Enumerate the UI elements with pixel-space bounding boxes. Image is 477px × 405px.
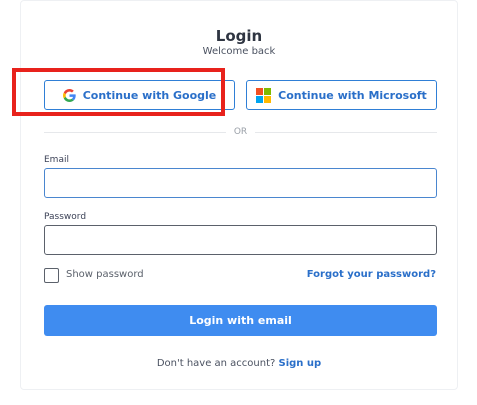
show-password-label: Show password <box>66 269 144 280</box>
continue-with-microsoft-button[interactable]: Continue with Microsoft <box>246 80 437 110</box>
forgot-password-link[interactable]: Forgot your password? <box>307 269 436 280</box>
divider-line <box>44 131 226 133</box>
password-label: Password <box>44 212 87 222</box>
microsoft-button-label: Continue with Microsoft <box>278 88 427 102</box>
or-divider: OR <box>44 125 437 139</box>
login-with-email-button[interactable]: Login with email <box>44 305 437 336</box>
signup-prompt: Don't have an account? <box>156 358 276 369</box>
page-subtitle: Welcome back <box>202 46 276 57</box>
login-card: Login Welcome back Continue with Google … <box>20 0 458 390</box>
google-button-label: Continue with Google <box>82 88 217 102</box>
google-icon <box>62 88 76 102</box>
signup-row: Don't have an account? Sign up <box>21 358 457 369</box>
email-label: Email <box>44 155 69 165</box>
password-field[interactable] <box>44 225 437 255</box>
show-password-checkbox[interactable] <box>44 268 59 283</box>
divider-text: OR <box>233 127 248 137</box>
continue-with-google-button[interactable]: Continue with Google <box>44 80 235 110</box>
page-title: Login <box>215 27 263 45</box>
email-field[interactable] <box>44 168 437 198</box>
microsoft-icon <box>256 87 272 103</box>
divider-line <box>255 131 437 133</box>
signup-link[interactable]: Sign up <box>279 358 322 369</box>
